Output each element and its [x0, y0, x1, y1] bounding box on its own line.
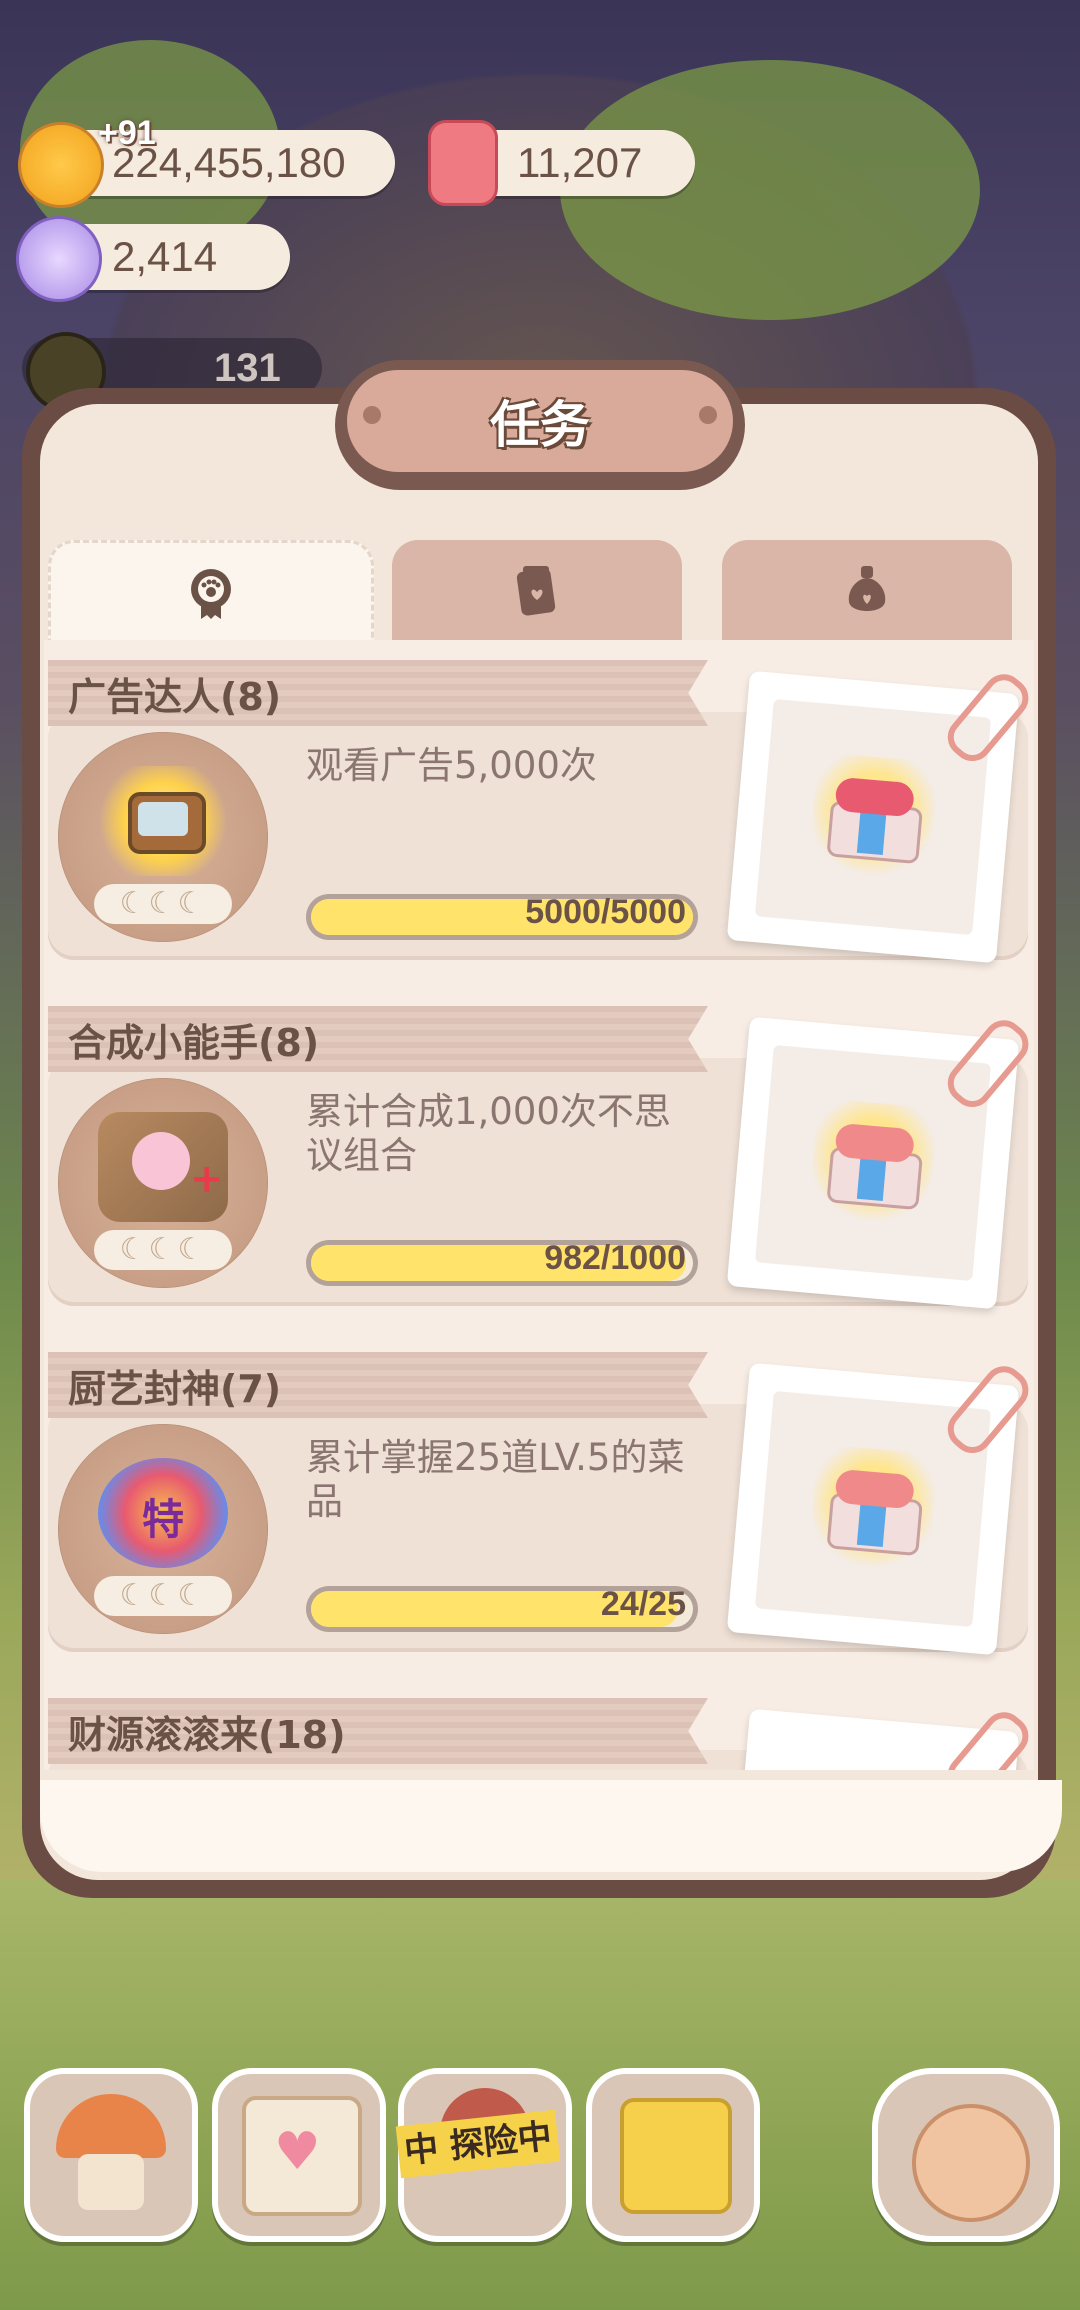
rivet [699, 406, 717, 424]
task-description: 累计合成1,000次不思议组合 [306, 1090, 671, 1177]
tab-achievements[interactable] [48, 540, 374, 643]
task-description: 累计掌握25道LV.5的菜品 [306, 1436, 685, 1523]
task-card[interactable]: 合成小能手(8) + ☾☾☾ 累计合成1,000次不思议组合 982/1000 [48, 986, 1034, 1310]
panel-footer [40, 1780, 1062, 1872]
task-card[interactable]: 财源滚滚来(18) [48, 1678, 1034, 1770]
tablet-heart-icon [516, 566, 556, 616]
task-progress-bar: 982/1000 [306, 1240, 698, 1286]
gift-box [826, 1468, 923, 1557]
reward-stamp[interactable] [726, 666, 1034, 964]
task-title: 厨艺封神(7) [68, 1367, 282, 1411]
progress-text: 982/1000 [544, 1239, 686, 1277]
coin-icon [18, 122, 104, 208]
candle-value: 11,207 [517, 139, 643, 186]
nav-home-button[interactable] [24, 2068, 198, 2242]
paw-medal-icon [191, 569, 231, 619]
merge-icon: + [98, 1112, 228, 1222]
heart-icon: ♥ [274, 2122, 321, 2182]
star-rating: ☾☾☾ [94, 884, 232, 924]
tab-collection[interactable] [722, 540, 1012, 640]
level-count: 131 [214, 346, 281, 390]
task-badge: ☾☾☾ [58, 732, 268, 942]
rivet [363, 406, 381, 424]
gift-box [826, 776, 923, 865]
task-card[interactable]: 厨艺封神(7) 特 ☾☾☾ 累计掌握25道LV.5的菜品 24/25 [48, 1332, 1034, 1656]
task-progress-bar: 24/25 [306, 1586, 698, 1632]
task-progress-bar: 5000/5000 [306, 894, 698, 940]
mushroom-house-icon [56, 2094, 166, 2158]
reward-stamp[interactable] [726, 1358, 1034, 1656]
progress-text: 24/25 [600, 1585, 686, 1623]
task-title: 合成小能手(8) [68, 1021, 320, 1065]
task-title: 财源滚滚来(18) [68, 1713, 346, 1757]
candle-icon [428, 120, 498, 206]
gem-icon [16, 216, 102, 302]
tv-icon [98, 766, 228, 876]
tab-notes[interactable] [392, 540, 682, 640]
nav-diary-button[interactable]: ♥ [212, 2068, 386, 2242]
task-badge: + ☾☾☾ [58, 1078, 268, 1288]
gift-box [826, 1122, 923, 1211]
nav-event-button[interactable] [872, 2068, 1060, 2242]
special-dish-icon: 特 [98, 1458, 228, 1568]
coin-delta: +91 [98, 114, 156, 152]
task-badge: 特 ☾☾☾ [58, 1424, 268, 1634]
panel-title: 任务 [490, 396, 590, 454]
progress-text: 5000/5000 [525, 893, 686, 931]
gift-icon [807, 751, 939, 883]
star-rating: ☾☾☾ [94, 1576, 232, 1616]
flower-bottle-icon [848, 566, 886, 611]
task-title: 广告达人(8) [68, 675, 282, 719]
mushroom-house-base [78, 2154, 144, 2210]
task-description: 观看广告5,000次 [306, 744, 597, 787]
nav-shop-button[interactable] [586, 2068, 760, 2242]
gift-icon [807, 1443, 939, 1575]
gift-icon [807, 1097, 939, 1229]
task-card[interactable]: 广告达人(8) ☾☾☾ 观看广告5,000次 5000/5000 [48, 640, 1034, 964]
shopping-bag-icon [620, 2098, 732, 2214]
reward-stamp[interactable] [726, 1012, 1034, 1310]
panel-title-plate-inner: 任务 [347, 370, 733, 472]
panel-title-plate: 任务 [335, 360, 745, 490]
cat-clock-icon [912, 2104, 1030, 2222]
reward-stamp[interactable] [726, 1704, 1034, 1770]
star-rating: ☾☾☾ [94, 1230, 232, 1270]
gem-value: 2,414 [112, 233, 218, 280]
task-list[interactable]: 广告达人(8) ☾☾☾ 观看广告5,000次 5000/5000 合成小能手(8… [44, 640, 1034, 1770]
